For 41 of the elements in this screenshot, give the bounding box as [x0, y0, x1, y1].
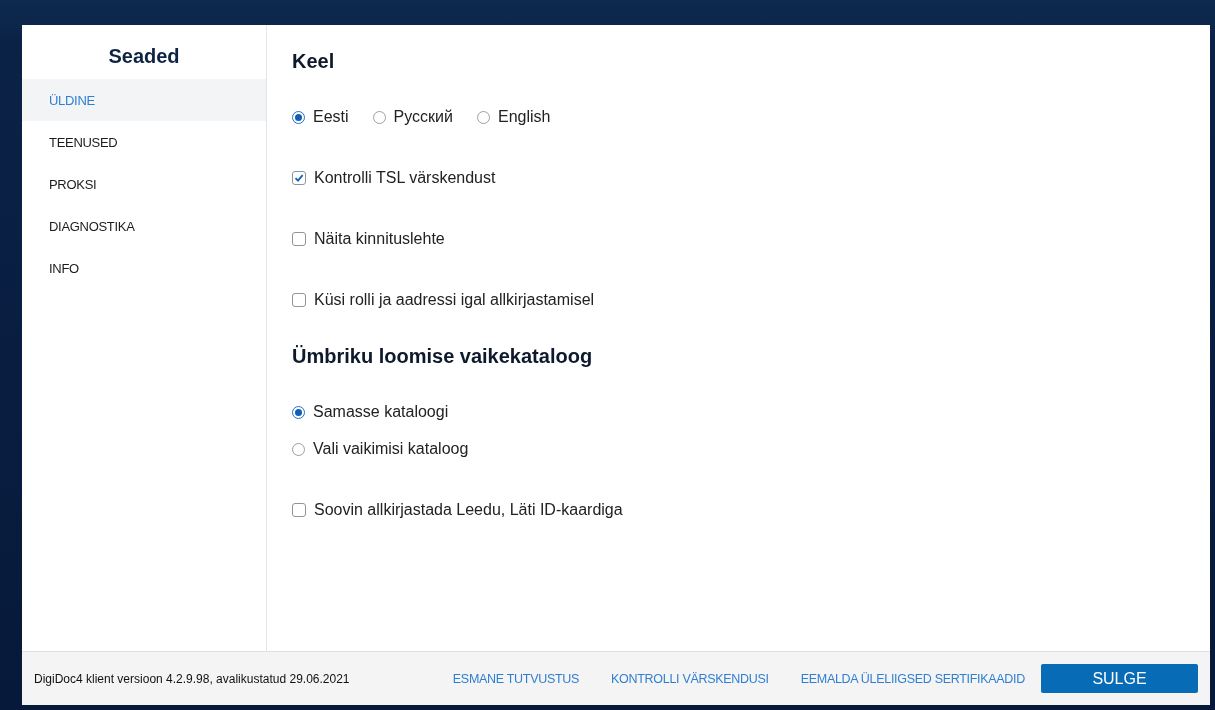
radio-button[interactable] — [292, 110, 305, 124]
check-icon — [294, 173, 304, 183]
radio-option[interactable]: English — [476, 105, 551, 129]
radio-label: Русский — [393, 108, 453, 126]
section-heading: Ümbriku loomise vaikekataloog — [292, 344, 593, 368]
radio-label: English — [497, 108, 551, 126]
sidebar-item[interactable]: TEENUSED — [22, 121, 266, 163]
footer-link[interactable]: EEMALDA ÜLELIIGSED SERTIFIKAADID — [800, 671, 1025, 686]
radio-button[interactable] — [292, 442, 305, 456]
checkbox-label: Soovin allkirjastada Leedu, Läti ID-kaardiga — [314, 501, 623, 519]
radio-label: Eesti — [313, 108, 349, 126]
sidebar-item[interactable]: ÜLDINE — [22, 79, 266, 121]
radio-option[interactable]: Eesti — [292, 105, 349, 129]
radio-button[interactable] — [372, 110, 386, 124]
checkbox-option[interactable]: Küsi rolli ja aadressi igal allkirjastamisel — [292, 288, 595, 312]
radio-button[interactable] — [476, 110, 490, 124]
checkbox-option[interactable]: Kontrolli TSL värskendust — [292, 166, 496, 190]
checkbox[interactable] — [292, 293, 306, 307]
checkbox-label: Näita kinnituslehte — [314, 230, 445, 248]
version-text: DigiDoc4 klient versioon 4.2.9.98, avalikustatud 29.06.2021 — [34, 671, 351, 686]
checkbox-option[interactable]: Soovin allkirjastada Leedu, Läti ID-kaardiga — [292, 498, 623, 522]
radio-label: Vali vaikimisi kataloog — [313, 440, 469, 458]
footer-link[interactable]: ESMANE TUTVUSTUS — [452, 671, 580, 686]
sidebar-item[interactable]: INFO — [22, 247, 266, 289]
checkbox-label: Kontrolli TSL värskendust — [314, 169, 496, 187]
checkbox[interactable] — [292, 171, 306, 185]
radio-label: Samasse kataloogi — [313, 403, 449, 421]
radio-option[interactable]: Samasse kataloogi — [292, 400, 469, 424]
sidebar-title: Seaded — [107, 44, 181, 69]
close-button[interactable]: SULGE — [1041, 664, 1198, 693]
section-heading: Keel — [292, 49, 335, 73]
checkbox-option[interactable]: Näita kinnituslehte — [292, 227, 445, 251]
sidebar-item[interactable]: DIAGNOSTIKA — [22, 205, 266, 247]
radio-button[interactable] — [292, 405, 305, 419]
footer-link[interactable]: KONTROLLI VÄRSKENDUSI — [611, 671, 769, 686]
radio-option[interactable]: Vali vaikimisi kataloog — [292, 437, 469, 461]
checkbox[interactable] — [292, 503, 306, 517]
checkbox-label: Küsi rolli ja aadressi igal allkirjastamisel — [314, 291, 595, 309]
radio-option[interactable]: Русский — [372, 105, 453, 129]
sidebar-item[interactable]: PROKSI — [22, 163, 266, 205]
checkbox[interactable] — [292, 232, 306, 246]
